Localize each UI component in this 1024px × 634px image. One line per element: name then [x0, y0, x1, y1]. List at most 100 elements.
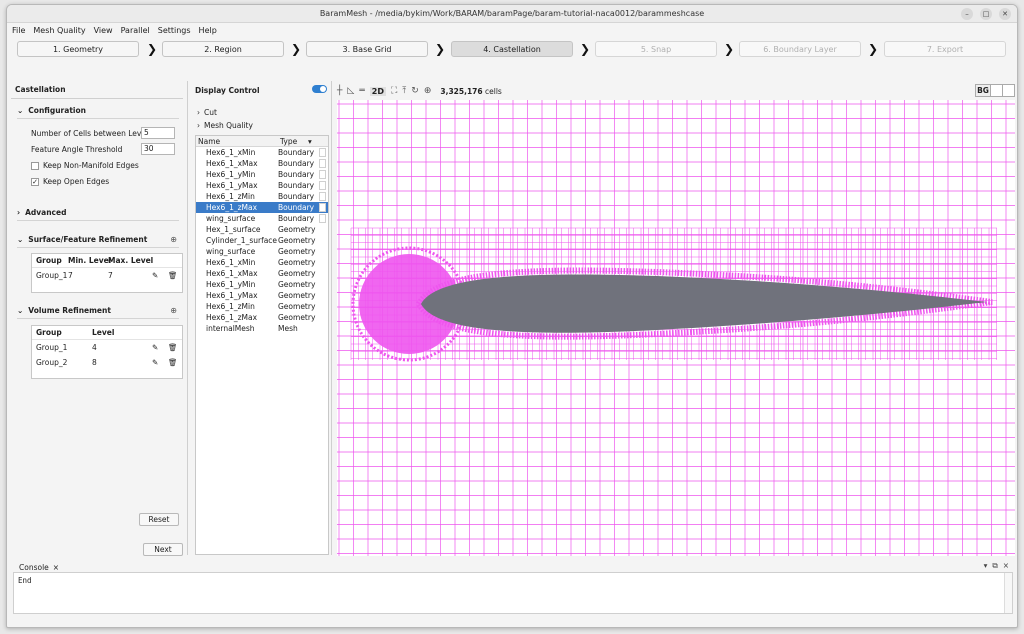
close-icon[interactable]: × [53, 563, 59, 572]
list-item[interactable]: Hex6_1_zMax Geometry [196, 312, 328, 323]
menu-mesh-quality[interactable]: Mesh Quality [33, 26, 85, 35]
console-controls: ▾ ⧉ × [984, 561, 1009, 571]
list-item[interactable]: Hex6_1_yMin Boundary [196, 169, 328, 180]
surface-refinement-header[interactable]: ⌄ Surface/Feature Refinement ⊕ [11, 232, 183, 246]
keep-non-manifold-checkbox[interactable] [31, 161, 39, 170]
panel-divider[interactable] [331, 81, 332, 555]
list-item[interactable]: Hex6_1_zMin Geometry [196, 301, 328, 312]
col-type[interactable]: Type [280, 137, 297, 146]
list-item[interactable]: Hex6_1_xMax Geometry [196, 268, 328, 279]
col-max-level: Max. Level [108, 256, 154, 265]
table-row[interactable]: Group_2 8 ✎ 🗑 [32, 355, 182, 370]
next-button[interactable]: Next [143, 543, 183, 556]
zoom-icon[interactable]: ⊕ [424, 86, 432, 96]
step-region[interactable]: 2. Region [162, 41, 284, 57]
visibility-checkbox[interactable] [319, 192, 326, 201]
list-item[interactable]: Hex_1_surface Geometry [196, 224, 328, 235]
line-icon[interactable]: ═ [359, 86, 364, 96]
cells-between-levels-input[interactable]: 5 [141, 127, 175, 139]
list-item[interactable]: Hex6_1_zMin Boundary [196, 191, 328, 202]
fit-icon[interactable]: ⛶ [391, 86, 397, 96]
reset-button[interactable]: Reset [139, 513, 179, 526]
background-button[interactable]: BG [975, 84, 1015, 97]
close-icon[interactable]: × [1003, 561, 1009, 571]
trash-icon[interactable]: 🗑 [168, 343, 178, 352]
volume-refinement-header[interactable]: ⌄ Volume Refinement ⊕ [11, 303, 183, 317]
list-item[interactable]: internalMesh Mesh [196, 323, 328, 334]
step-geometry[interactable]: 1. Geometry [17, 41, 139, 57]
step-castellation[interactable]: 4. Castellation [451, 41, 573, 57]
minimize-icon[interactable]: – [961, 8, 973, 20]
col-name[interactable]: Name [198, 137, 220, 146]
visibility-checkbox[interactable] [319, 148, 326, 157]
edit-icon[interactable]: ✎ [152, 343, 158, 352]
list-item[interactable]: Cylinder_1_surface Geometry [196, 235, 328, 246]
cell-level: 8 [92, 358, 97, 367]
mesh-canvas[interactable] [337, 100, 1015, 556]
visibility-checkbox[interactable] [319, 181, 326, 190]
rotate-icon[interactable]: ↻ [411, 86, 419, 96]
axes-icon[interactable]: ┼ [337, 86, 342, 96]
step-export[interactable]: 7. Export [884, 41, 1006, 57]
ruler-icon[interactable]: ◺ [347, 86, 354, 96]
edit-icon[interactable]: ✎ [152, 271, 158, 280]
configuration-header[interactable]: ⌄ Configuration [11, 103, 183, 117]
trash-icon[interactable]: 🗑 [168, 358, 178, 367]
list-item[interactable]: Hex6_1_xMin Boundary [196, 147, 328, 158]
item-type: Geometry [278, 258, 316, 267]
table-row[interactable]: Group_1 7 7 ✎ 🗑 [32, 268, 182, 283]
visibility-checkbox[interactable] [319, 203, 326, 212]
list-item[interactable]: wing_surface Boundary [196, 213, 328, 224]
menu-file[interactable]: File [12, 26, 25, 35]
advanced-header[interactable]: › Advanced [11, 205, 183, 219]
cut-item[interactable]: › Cut [193, 106, 329, 119]
step-boundary-layer[interactable]: 6. Boundary Layer [739, 41, 861, 57]
maximize-icon[interactable]: □ [980, 8, 992, 20]
item-type: Boundary [278, 148, 315, 157]
display-toggle[interactable] [312, 85, 327, 93]
dropdown-icon[interactable]: ▾ [984, 561, 988, 571]
step-snap[interactable]: 5. Snap [595, 41, 717, 57]
scrollbar[interactable] [1004, 573, 1012, 613]
float-icon[interactable]: ⧉ [992, 561, 997, 571]
keep-non-manifold-row[interactable]: Keep Non-Manifold Edges [31, 161, 139, 170]
mesh-viewport[interactable] [337, 100, 1015, 556]
edit-icon[interactable]: ✎ [152, 358, 158, 367]
keep-open-edges-checkbox[interactable]: ✓ [31, 177, 39, 186]
trash-icon[interactable]: 🗑 [168, 271, 178, 280]
list-item[interactable]: Hex6_1_yMax Geometry [196, 290, 328, 301]
list-item[interactable]: wing_surface Geometry [196, 246, 328, 257]
list-item[interactable]: Hex6_1_xMax Boundary [196, 158, 328, 169]
panel-divider[interactable] [187, 81, 188, 555]
configuration-label: Configuration [28, 105, 86, 115]
mesh-quality-label: Mesh Quality [204, 121, 253, 130]
feature-angle-input[interactable]: 30 [141, 143, 175, 155]
list-item[interactable]: Hex6_1_yMin Geometry [196, 279, 328, 290]
menu-view[interactable]: View [94, 26, 113, 35]
add-icon[interactable]: ⊕ [170, 235, 177, 244]
list-item[interactable]: Hex6_1_yMax Boundary [196, 180, 328, 191]
menu-parallel[interactable]: Parallel [121, 26, 150, 35]
keep-open-edges-row[interactable]: ✓ Keep Open Edges [31, 177, 109, 186]
up-arrow-icon[interactable]: ⤒ [402, 86, 406, 96]
visibility-checkbox[interactable] [319, 170, 326, 179]
close-icon[interactable]: ✕ [999, 8, 1011, 20]
bg-swatch[interactable] [990, 85, 1002, 96]
bg-swatch[interactable] [1002, 85, 1014, 96]
list-item[interactable]: Hex6_1_xMin Geometry [196, 257, 328, 268]
title-bar: BaramMesh - /media/bykim/Work/BARAM/bara… [7, 5, 1017, 23]
list-item[interactable]: Hex6_1_zMax Boundary [196, 202, 328, 213]
item-type: Boundary [278, 203, 315, 212]
table-row[interactable]: Group_1 4 ✎ 🗑 [32, 340, 182, 355]
visibility-checkbox[interactable] [319, 159, 326, 168]
mesh-quality-item[interactable]: › Mesh Quality [193, 119, 329, 132]
menu-settings[interactable]: Settings [158, 26, 191, 35]
cells-between-levels-label: Number of Cells between Levels [31, 129, 152, 138]
2d-toggle-button[interactable]: 2D [369, 86, 386, 96]
visibility-checkbox[interactable] [319, 214, 326, 223]
chevron-right-icon: › [197, 108, 200, 117]
divider [17, 220, 179, 221]
menu-help[interactable]: Help [199, 26, 217, 35]
add-icon[interactable]: ⊕ [170, 306, 177, 315]
step-base-grid[interactable]: 3. Base Grid [306, 41, 428, 57]
